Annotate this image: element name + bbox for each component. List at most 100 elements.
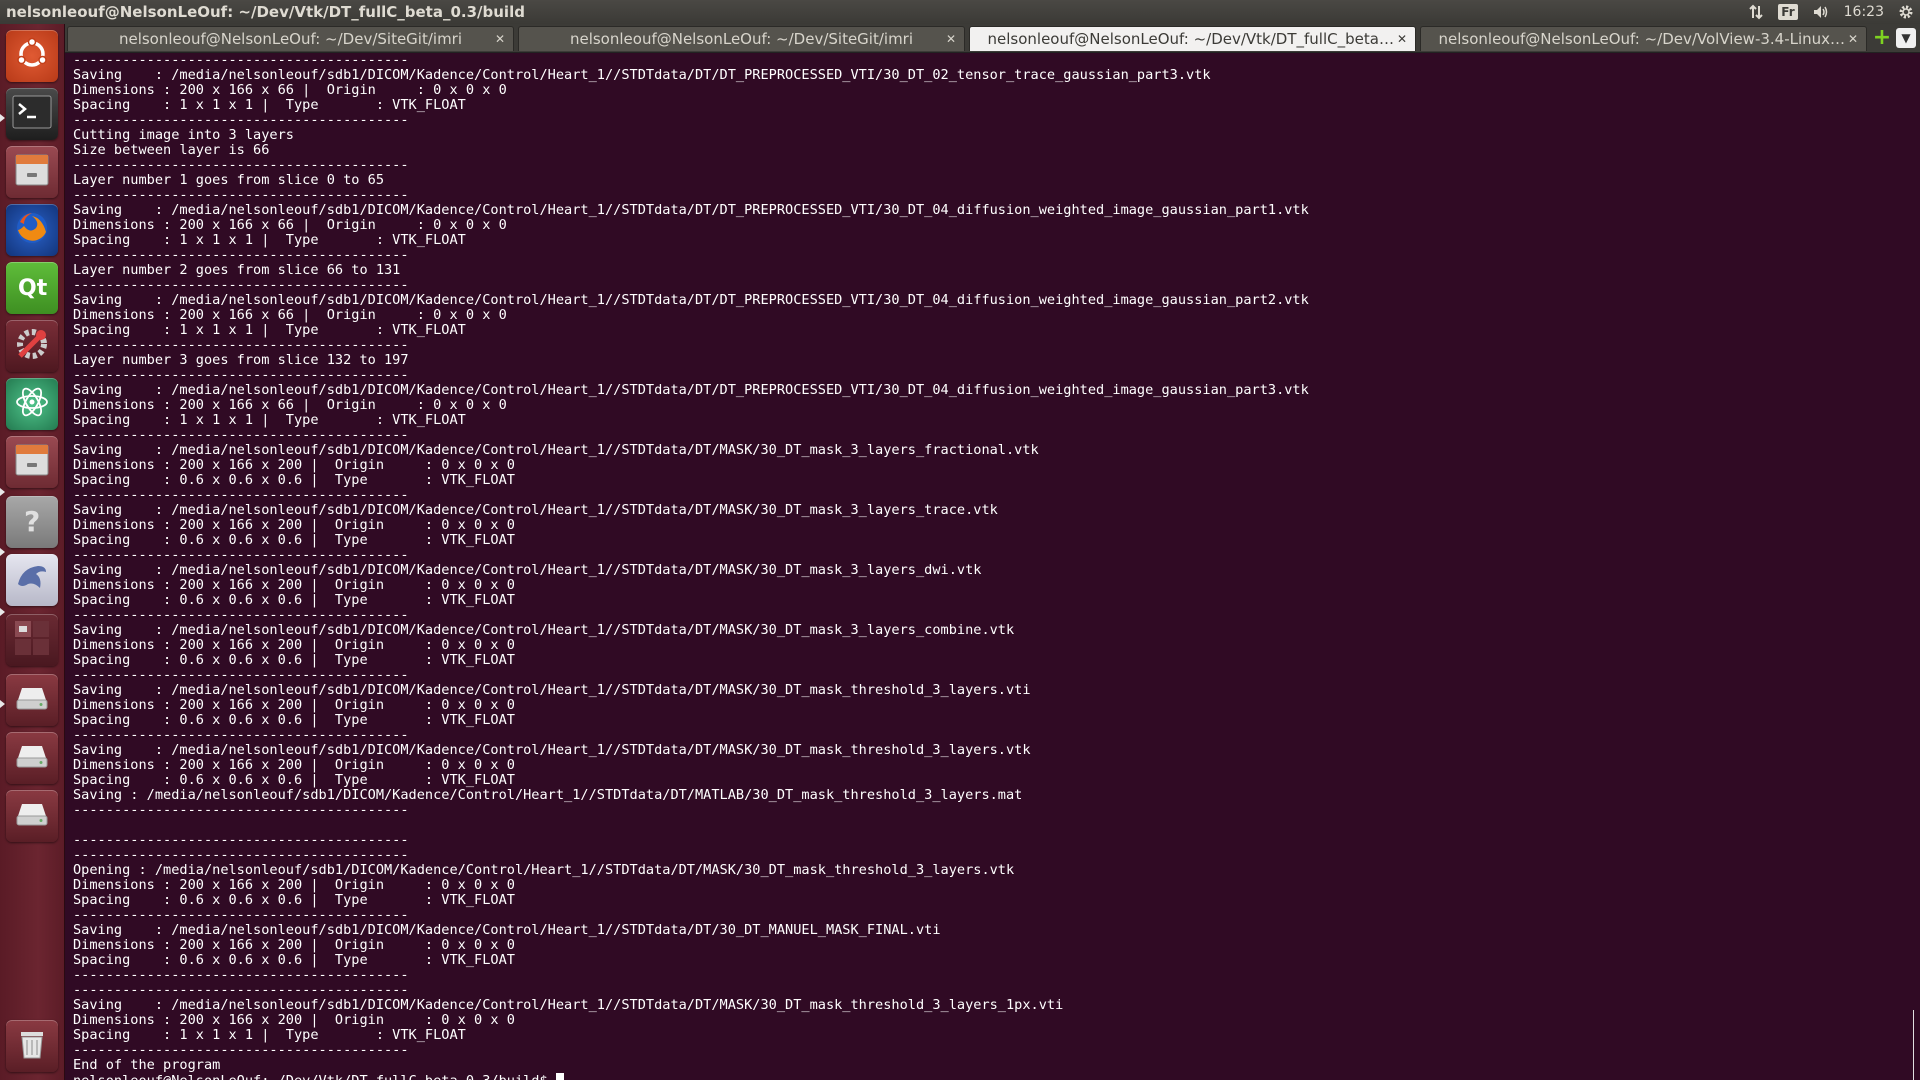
terminal-line: ----------------------------------------… [73, 157, 409, 173]
terminal-line: Saving : /media/nelsonleouf/sdb1/DICOM/K… [73, 202, 1309, 218]
terminal-line: ----------------------------------------… [73, 967, 409, 983]
terminal-line: ----------------------------------------… [73, 112, 409, 128]
network-icon[interactable] [1748, 4, 1764, 20]
terminal-line: Spacing : 1 x 1 x 1 | Type : VTK_FLOAT [73, 97, 466, 113]
workspace-icon [12, 618, 52, 662]
tab-dt-fullc-build[interactable]: nelsonleouf@NelsonLeOuf: ~/Dev/Vtk/DT_fu… [969, 26, 1416, 51]
keyboard-layout-indicator[interactable]: Fr [1778, 4, 1798, 20]
tab-label: nelsonleouf@NelsonLeOuf: ~/Dev/VolView-3… [1438, 30, 1849, 48]
close-icon[interactable]: ✕ [1848, 32, 1858, 46]
shell-prompt: nelsonleouf@NelsonLeOuf:~/Dev/Vtk/DT_ful… [73, 1073, 556, 1080]
launcher-workspace-switcher[interactable] [6, 614, 58, 666]
scrollbar[interactable] [1913, 1010, 1920, 1080]
terminal-tab-bar: nelsonleouf@NelsonLeOuf: ~/Dev/SiteGit/i… [65, 24, 1920, 53]
hard-drive-icon [12, 794, 52, 838]
terminal-line: Dimensions : 200 x 166 x 200 | Origin : … [73, 457, 515, 473]
launcher-dash-home[interactable] [6, 30, 58, 82]
close-icon[interactable]: ✕ [495, 32, 505, 46]
launcher-terminal[interactable] [6, 88, 58, 140]
terminal-line: ----------------------------------------… [73, 53, 409, 68]
terminal-line: Spacing : 1 x 1 x 1 | Type : VTK_FLOAT [73, 412, 466, 428]
terminal-line: Layer number 2 goes from slice 66 to 131 [73, 262, 401, 278]
terminal-line: ----------------------------------------… [73, 607, 409, 623]
text-cursor [555, 1073, 564, 1080]
volume-icon[interactable] [1812, 4, 1830, 20]
terminal-output[interactable]: ----------------------------------------… [65, 53, 1920, 1080]
launcher-qt-creator[interactable]: Qt [6, 262, 58, 314]
terminal-lines: ----------------------------------------… [73, 53, 1309, 1080]
launcher-firefox[interactable] [6, 204, 58, 256]
launcher-disk-1[interactable] [6, 674, 58, 726]
running-indicator [0, 488, 5, 496]
terminal-line: Saving : /media/nelsonleouf/sdb1/DICOM/K… [73, 742, 1031, 758]
terminal-line: ----------------------------------------… [73, 247, 409, 263]
tab-sitegit-imri-2[interactable]: nelsonleouf@NelsonLeOuf: ~/Dev/SiteGit/i… [518, 26, 965, 51]
terminal-line: Spacing : 1 x 1 x 1 | Type : VTK_FLOAT [73, 232, 466, 248]
launcher-atom[interactable] [6, 378, 58, 430]
terminal-line: ----------------------------------------… [73, 982, 409, 998]
terminal-line: Dimensions : 200 x 166 x 200 | Origin : … [73, 517, 515, 533]
terminal-line: Spacing : 0.6 x 0.6 x 0.6 | Type : VTK_F… [73, 472, 515, 488]
launcher-files[interactable] [6, 146, 58, 198]
gear-icon[interactable] [1898, 4, 1914, 20]
tab-volview[interactable]: nelsonleouf@NelsonLeOuf: ~/Dev/VolView-3… [1420, 26, 1867, 51]
terminal-line: Saving : /media/nelsonleouf/sdb1/DICOM/K… [73, 382, 1309, 398]
qt-icon: Qt [13, 267, 51, 309]
terminal-line: Dimensions : 200 x 166 x 200 | Origin : … [73, 877, 515, 893]
clock[interactable]: 16:23 [1844, 4, 1884, 20]
launcher-help[interactable]: ? [6, 496, 58, 548]
terminal-line: Spacing : 0.6 x 0.6 x 0.6 | Type : VTK_F… [73, 592, 515, 608]
close-icon[interactable]: ✕ [946, 32, 956, 46]
launcher-disk-2[interactable] [6, 732, 58, 784]
launcher-dolphin[interactable] [6, 554, 58, 606]
terminal-line: Saving : /media/nelsonleouf/sdb1/DICOM/K… [73, 67, 1211, 83]
launcher-trash[interactable] [6, 1020, 58, 1072]
launcher-disk-3[interactable] [6, 790, 58, 842]
file-cabinet-icon [13, 441, 51, 483]
hard-drive-icon [12, 736, 52, 780]
tab-label: nelsonleouf@NelsonLeOuf: ~/Dev/SiteGit/i… [569, 30, 914, 48]
launcher-system-settings[interactable] [6, 320, 58, 372]
terminal-line: Saving : /media/nelsonleouf/sdb1/DICOM/K… [73, 562, 982, 578]
dolphin-icon [12, 558, 52, 602]
tab-sitegit-imri-1[interactable]: nelsonleouf@NelsonLeOuf: ~/Dev/SiteGit/i… [67, 26, 514, 51]
terminal-line: Dimensions : 200 x 166 x 200 | Origin : … [73, 1012, 515, 1028]
window-title: nelsonleouf@NelsonLeOuf: ~/Dev/Vtk/DT_fu… [6, 3, 525, 21]
launcher: Qt ? [0, 24, 65, 1080]
launcher-files-2[interactable] [6, 436, 58, 488]
terminal-line: Layer number 3 goes from slice 132 to 19… [73, 352, 409, 368]
terminal-line: ----------------------------------------… [73, 487, 409, 503]
tab-menu-button[interactable]: ▼ [1896, 28, 1916, 48]
terminal-line: ----------------------------------------… [73, 367, 409, 383]
svg-text:?: ? [24, 505, 40, 538]
terminal-line: Dimensions : 200 x 166 x 200 | Origin : … [73, 697, 515, 713]
atom-icon [12, 382, 52, 426]
ubuntu-logo-icon [15, 37, 49, 75]
terminal-line: Dimensions : 200 x 166 x 200 | Origin : … [73, 937, 515, 953]
terminal-line: ----------------------------------------… [73, 832, 409, 848]
terminal-line: Spacing : 0.6 x 0.6 x 0.6 | Type : VTK_F… [73, 892, 515, 908]
indicator-area: Fr 16:23 [1748, 0, 1914, 24]
question-icon: ? [13, 501, 51, 543]
terminal-line: Dimensions : 200 x 166 x 66 | Origin : 0… [73, 217, 507, 233]
new-tab-button[interactable]: + [1872, 27, 1892, 49]
terminal-line: Saving : /media/nelsonleouf/sdb1/DICOM/K… [73, 622, 1015, 638]
shell-prompt-line[interactable]: nelsonleouf@NelsonLeOuf:~/Dev/Vtk/DT_ful… [73, 1073, 1309, 1080]
terminal-line: Dimensions : 200 x 166 x 200 | Origin : … [73, 637, 515, 653]
close-icon[interactable]: ✕ [1397, 32, 1407, 46]
file-cabinet-icon [13, 151, 51, 193]
terminal-line: Spacing : 0.6 x 0.6 x 0.6 | Type : VTK_F… [73, 952, 515, 968]
terminal-line: Spacing : 0.6 x 0.6 x 0.6 | Type : VTK_F… [73, 712, 515, 728]
terminal-line: End of the program [73, 1057, 221, 1073]
terminal-line: ----------------------------------------… [73, 667, 409, 683]
terminal-line: ----------------------------------------… [73, 727, 409, 743]
terminal-line: Spacing : 1 x 1 x 1 | Type : VTK_FLOAT [73, 322, 466, 338]
tab-label: nelsonleouf@NelsonLeOuf: ~/Dev/Vtk/DT_fu… [987, 30, 1398, 48]
terminal-line: ----------------------------------------… [73, 547, 409, 563]
terminal-line: Dimensions : 200 x 166 x 66 | Origin : 0… [73, 82, 507, 98]
trash-icon [12, 1024, 52, 1068]
terminal-line: Dimensions : 200 x 166 x 66 | Origin : 0… [73, 397, 507, 413]
terminal-line: ----------------------------------------… [73, 277, 409, 293]
top-panel: nelsonleouf@NelsonLeOuf: ~/Dev/Vtk/DT_fu… [0, 0, 1920, 24]
